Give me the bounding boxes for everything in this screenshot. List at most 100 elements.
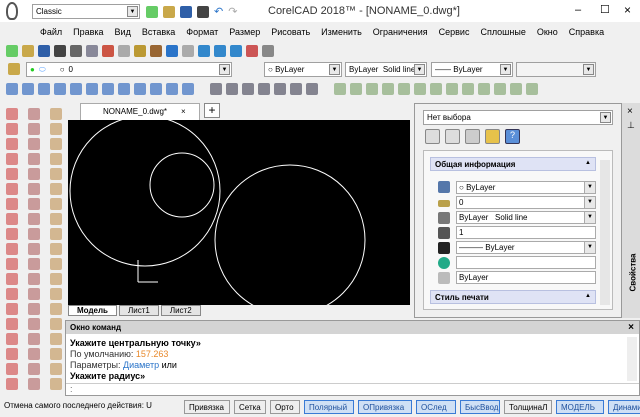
help-icon[interactable]: ? [505,129,520,144]
dimension-tool-icon[interactable] [382,83,394,95]
draw-tool-icon[interactable] [6,183,18,195]
open-icon[interactable] [163,5,175,18]
status-toggle[interactable]: БысВвод [460,400,500,414]
draw-tool-icon[interactable] [50,363,62,375]
draw-tool-icon[interactable] [6,258,18,270]
draw-tool-icon[interactable] [6,108,18,120]
draw-tool-icon[interactable] [28,318,40,330]
prop-layer[interactable]: 0 ▼ [456,196,596,209]
chevron-down-icon[interactable]: ▼ [414,64,425,75]
draw-tool-icon[interactable] [28,243,40,255]
draw-tool-icon[interactable] [6,138,18,150]
chevron-down-icon[interactable]: ▼ [584,212,595,223]
layout-tab[interactable]: Лист2 [160,305,201,316]
dimension-tool-icon[interactable] [478,83,490,95]
layer-select[interactable]: ● ⬭ ○ 0 ▼ [26,62,232,77]
circle-right[interactable] [214,164,366,316]
cut-icon[interactable] [102,45,114,57]
status-toggle[interactable]: ОСлед [416,400,456,414]
command-scrollbar[interactable] [627,337,637,381]
draw-tool-icon[interactable] [50,243,62,255]
draw-tool-icon[interactable] [28,123,40,135]
lineweight-select[interactable]: —— ByLayer ▼ [431,62,513,77]
draw-tool-icon[interactable] [6,303,18,315]
menu-item[interactable]: Ограничения [373,27,428,37]
menu-item[interactable]: Размер [229,27,260,37]
draw-tool-icon[interactable] [28,273,40,285]
pick-objects-icon[interactable] [465,129,480,144]
draw-tool-icon[interactable] [50,348,62,360]
dimension-tool-icon[interactable] [166,83,178,95]
print-icon[interactable] [197,5,209,18]
dimension-tool-icon[interactable] [290,83,302,95]
menu-item[interactable]: Файл [40,27,62,37]
collapse-icon[interactable]: ▲ [585,160,591,166]
save-icon[interactable] [180,5,192,18]
draw-tool-icon[interactable] [50,333,62,345]
dimension-tool-icon[interactable] [70,83,82,95]
draw-tool-icon[interactable] [6,213,18,225]
plotstyle-select[interactable]: ▼ [516,62,596,77]
draw-tool-icon[interactable] [50,228,62,240]
draw-tool-icon[interactable] [28,153,40,165]
dimension-tool-icon[interactable] [86,83,98,95]
status-toggle[interactable]: Динамиче [608,400,640,414]
drawing-canvas[interactable] [68,115,410,316]
properties-icon[interactable] [262,45,274,57]
dimension-tool-icon[interactable] [134,83,146,95]
dimension-tool-icon[interactable] [274,83,286,95]
undo-icon[interactable]: ↶ [214,5,223,18]
dimension-tool-icon[interactable] [430,83,442,95]
collapse-icon[interactable]: ▲ [585,293,591,299]
draw-tool-icon[interactable] [28,363,40,375]
chevron-down-icon[interactable]: ▼ [127,6,138,17]
draw-tool-icon[interactable] [50,288,62,300]
draw-tool-icon[interactable] [28,213,40,225]
draw-tool-icon[interactable] [28,288,40,300]
toggle-pickadd-icon[interactable] [485,129,500,144]
draw-tool-icon[interactable] [28,258,40,270]
prop-hyperlink[interactable] [456,256,596,269]
draw-tool-icon[interactable] [6,333,18,345]
prop-scale[interactable]: 1 [456,226,596,239]
draw-tool-icon[interactable] [50,198,62,210]
status-toggle[interactable]: Полярный [304,400,354,414]
status-toggle[interactable]: ТолщинаЛ [504,400,552,414]
chevron-down-icon[interactable]: ▼ [219,64,230,75]
copy-icon[interactable] [118,45,130,57]
dimension-tool-icon[interactable] [414,83,426,95]
pin-icon[interactable]: ⊥ [627,120,635,131]
draw-tool-icon[interactable] [50,153,62,165]
section-plotstyle[interactable]: Стиль печати ▲ [430,290,596,304]
draw-tool-icon[interactable] [28,348,40,360]
draw-tool-icon[interactable] [50,258,62,270]
draw-tool-icon[interactable] [28,378,40,390]
properties-scrollbar[interactable] [600,160,610,305]
close-panel-icon[interactable]: × [627,106,633,117]
draw-tool-icon[interactable] [6,123,18,135]
chevron-down-icon[interactable]: ▼ [584,182,595,193]
draw-tool-icon[interactable] [50,168,62,180]
print-preview-icon[interactable] [70,45,82,57]
dimension-tool-icon[interactable] [182,83,194,95]
zoom-previous-icon[interactable] [230,45,242,57]
prop-linetype[interactable]: ByLayer Solid line ▼ [456,211,596,224]
circle-small[interactable] [149,152,215,218]
add-tab-button[interactable]: + [204,103,220,118]
minimize-button[interactable]: – [575,4,581,16]
close-tab-icon[interactable]: × [181,107,186,116]
status-toggle[interactable]: Привязка [184,400,230,414]
layout-tab[interactable]: Модель [68,305,117,316]
linetype-select[interactable]: ByLayer Solid line ▼ [345,62,427,77]
draw-tool-icon[interactable] [50,123,62,135]
draw-tool-icon[interactable] [6,198,18,210]
draw-tool-icon[interactable] [28,168,40,180]
dimension-tool-icon[interactable] [446,83,458,95]
close-command-icon[interactable]: × [628,322,634,333]
command-input[interactable]: : [66,383,639,396]
open-icon[interactable] [22,45,34,57]
dimension-tool-icon[interactable] [226,83,238,95]
menu-item[interactable]: Правка [73,27,103,37]
dimension-tool-icon[interactable] [118,83,130,95]
dimension-tool-icon[interactable] [210,83,222,95]
